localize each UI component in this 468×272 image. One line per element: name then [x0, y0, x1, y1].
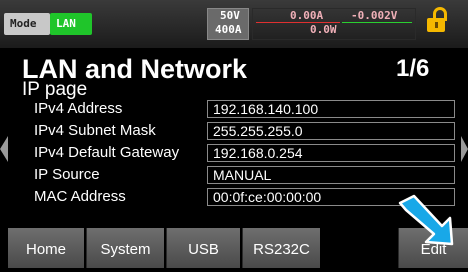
power-reading: 0.0W [310, 23, 337, 36]
voltage-reading: -0.002V [351, 9, 398, 22]
softkey-bar: Home System USB RS232C Edit [0, 228, 468, 268]
rs232c-softkey[interactable]: RS232C [242, 228, 320, 268]
setting-row-ip-source: IP Source MANUAL [0, 164, 468, 186]
setting-label: IPv4 Subnet Mask [34, 122, 156, 139]
current-limit: 400A [215, 23, 242, 36]
subnet-mask-field[interactable]: 255.255.255.0 [207, 122, 455, 140]
previous-page-arrow[interactable] [0, 136, 8, 162]
usb-softkey[interactable]: USB [166, 228, 240, 268]
mac-address-field: 00:0f:ce:00:00:00 [207, 188, 455, 206]
page-number: 1/6 [396, 55, 430, 82]
voltage-limit: 50V [220, 9, 240, 22]
system-softkey[interactable]: System [86, 228, 164, 268]
setting-row-ipv4-address: IPv4 Address 192.168.140.100 [0, 98, 468, 120]
setting-label: MAC Address [34, 188, 126, 205]
mode-button[interactable]: Mode [4, 13, 50, 35]
setting-label: IPv4 Address [34, 100, 123, 117]
lan-badge: LAN [50, 13, 92, 35]
edit-softkey[interactable]: Edit [398, 228, 468, 268]
default-gateway-field[interactable]: 192.168.0.254 [207, 144, 455, 162]
current-reading: 0.00A [290, 9, 324, 22]
setting-row-mac-address: MAC Address 00:0f:ce:00:00:00 [0, 186, 468, 208]
page-subtitle: IP page [22, 79, 88, 100]
ip-source-field[interactable]: MANUAL [207, 166, 455, 184]
setting-row-default-gateway: IPv4 Default Gateway 192.168.0.254 [0, 142, 468, 164]
setting-label: IPv4 Default Gateway [34, 144, 180, 161]
home-softkey[interactable]: Home [8, 228, 84, 268]
next-page-arrow[interactable] [461, 136, 468, 162]
ipv4-address-field[interactable]: 192.168.140.100 [207, 100, 455, 118]
setting-label: IP Source [34, 166, 100, 183]
setting-row-subnet-mask: IPv4 Subnet Mask 255.255.255.0 [0, 120, 468, 142]
unlock-icon-keyhole [435, 22, 438, 28]
readout-divider-green [342, 22, 412, 23]
